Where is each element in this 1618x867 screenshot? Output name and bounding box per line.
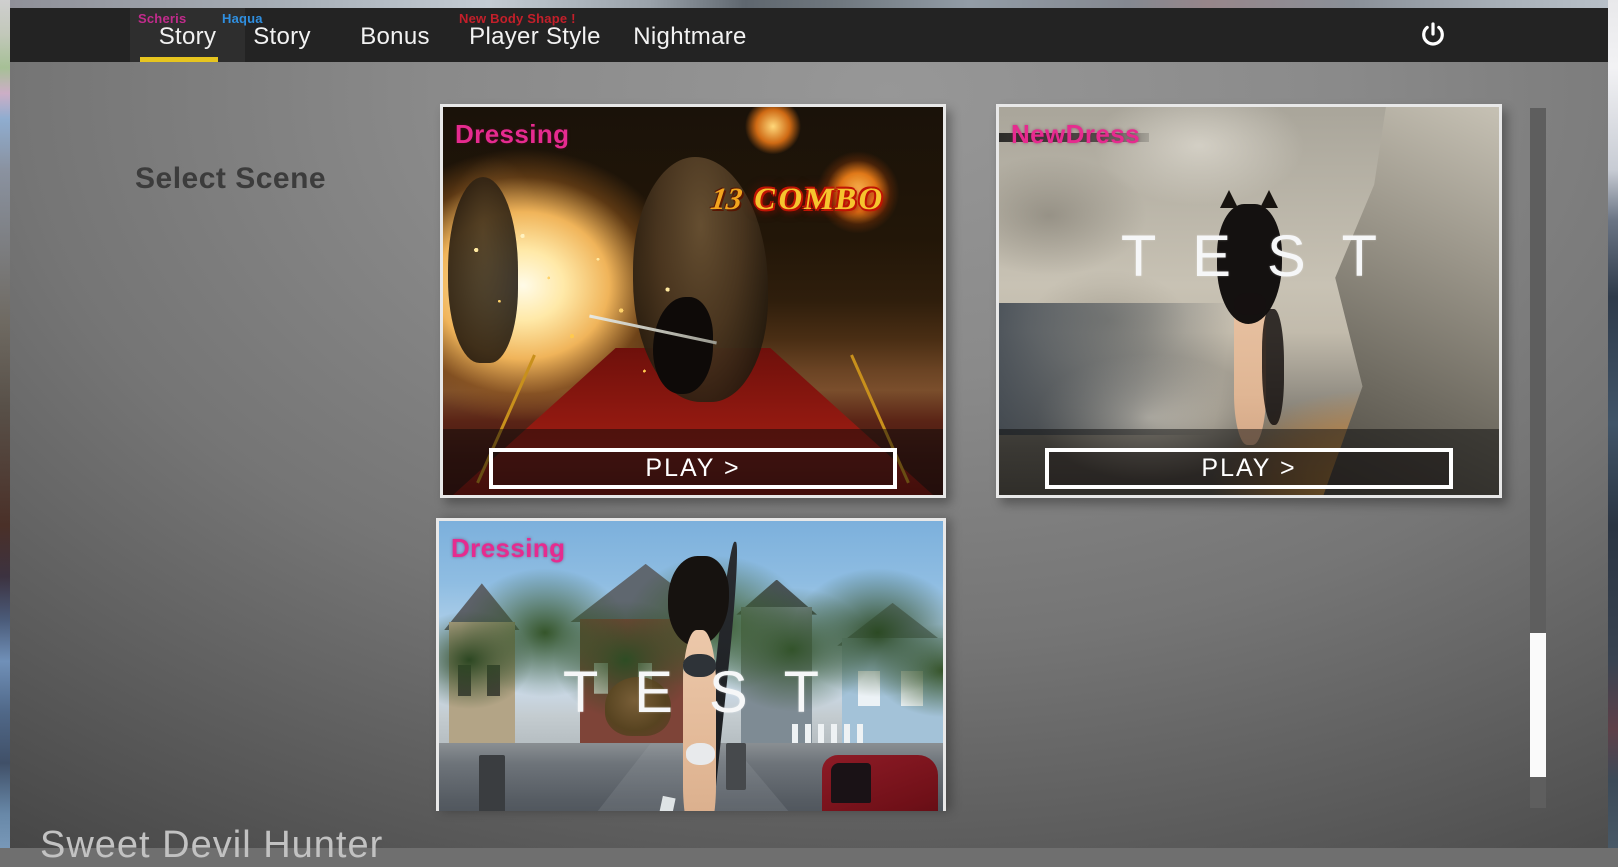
scene-card-dressing-street[interactable]: TEST Dressing <box>436 518 946 811</box>
trash-bin <box>479 755 504 811</box>
background-edge-left <box>0 0 10 848</box>
tab-label: Nightmare <box>615 23 765 51</box>
play-button[interactable]: PLAY > <box>1045 448 1453 489</box>
card-title: Dressing <box>451 533 565 564</box>
tab-player-style[interactable]: New Body Shape ! Player Style <box>450 8 620 62</box>
trash-bin <box>726 743 746 790</box>
tab-bonus[interactable]: Bonus <box>330 8 460 62</box>
scene-image-street: TEST <box>439 521 943 811</box>
tab-nightmare[interactable]: Nightmare <box>615 8 765 62</box>
card-title: Dressing <box>455 119 569 150</box>
red-car <box>822 755 938 811</box>
scrollbar-track[interactable] <box>1530 108 1546 808</box>
scene-card-dressing-combat[interactable]: Dressing 13 COMBO PLAY > <box>440 104 946 498</box>
page-title: Select Scene <box>135 162 326 196</box>
combo-count: 13 <box>708 181 744 217</box>
footer-game-title: Sweet Devil Hunter <box>40 824 383 867</box>
hero-silhouette <box>653 297 713 394</box>
hero-outfit-drape <box>1262 309 1285 425</box>
combo-label: COMBO <box>751 181 887 217</box>
tab-label: Bonus <box>330 23 460 51</box>
scrollbar-thumb[interactable] <box>1530 633 1546 777</box>
background-edge-top <box>10 0 1608 8</box>
app-window: Scheris Story Haqua Story Bonus New Body… <box>10 8 1608 848</box>
power-icon <box>1420 22 1446 48</box>
power-button[interactable] <box>1405 8 1461 62</box>
card-title: NewDress <box>1011 119 1140 150</box>
background-edge-right <box>1608 0 1618 848</box>
combo-badge: 13 COMBO <box>708 181 887 217</box>
scene-card-newdress[interactable]: NewDress TEST PLAY > <box>996 104 1502 498</box>
tab-label: Player Style <box>450 23 620 51</box>
hero-outfit-top <box>683 654 716 677</box>
game-screen: { "app": { "footer_title": "Sweet Devil … <box>0 0 1618 848</box>
play-button[interactable]: PLAY > <box>489 448 897 489</box>
hero-outfit <box>1234 293 1266 314</box>
hero-outfit-bottom <box>686 743 715 764</box>
nav-bar: Scheris Story Haqua Story Bonus New Body… <box>10 8 1608 62</box>
lane-marking <box>659 796 675 811</box>
test-overlay: TEST <box>999 223 1499 290</box>
active-tab-underline <box>140 57 218 62</box>
